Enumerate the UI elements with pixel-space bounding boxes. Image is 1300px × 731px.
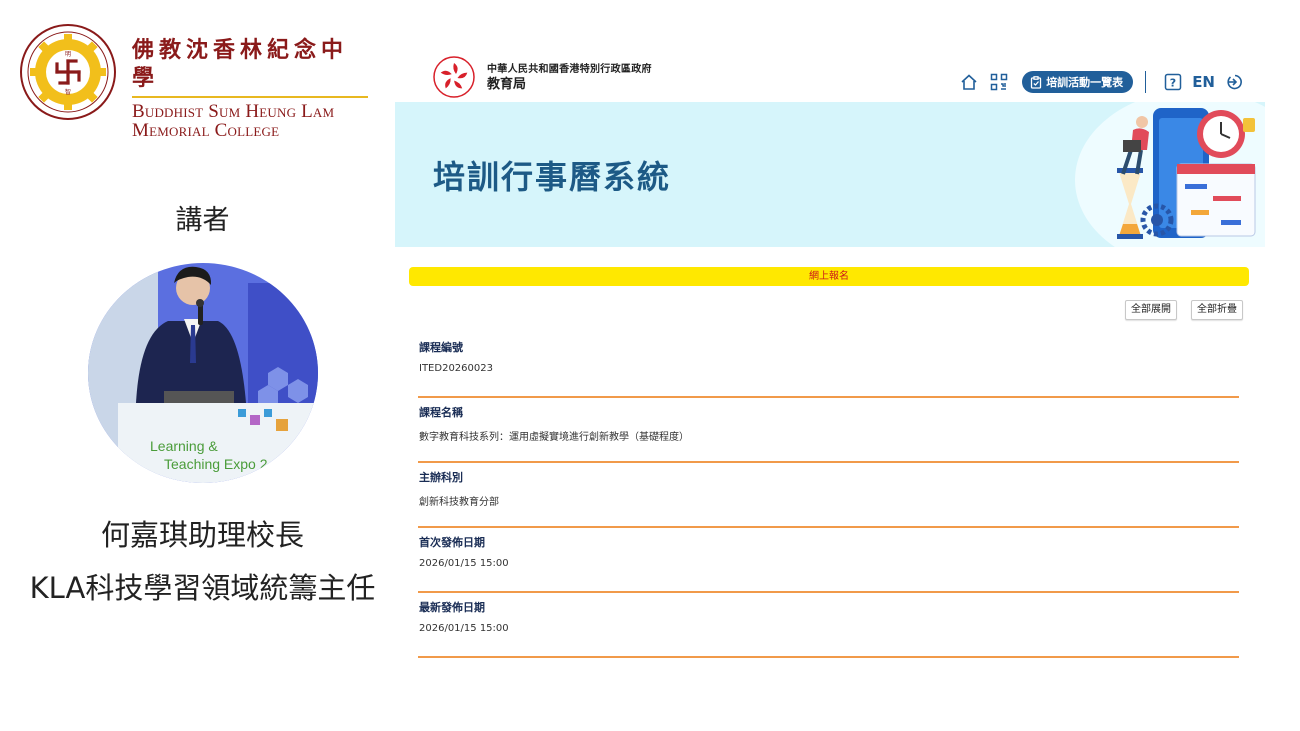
school-name-en-line2: Memorial College (132, 120, 280, 141)
detail-label: 主辦科別 (419, 471, 463, 484)
expo-sign-line1: Learning & (150, 438, 218, 454)
expand-controls: 全部展開 全部折疊 (1111, 300, 1243, 320)
clipboard-icon (1031, 75, 1042, 89)
detail-value: 創新科技教育分部 (419, 497, 499, 508)
home-icon[interactable] (958, 71, 980, 93)
training-list-label: 培訓活動一覽表 (1046, 76, 1124, 89)
speaker-title: KLA科技學習領域統籌主任 (29, 571, 376, 605)
expo-sign-line2: Teaching Expo 2 (164, 456, 268, 472)
detail-value: ITED20260023 (419, 363, 493, 374)
svg-text:?: ? (1170, 77, 1176, 90)
detail-value: 2026/01/15 15:00 (419, 558, 509, 569)
svg-text:智: 智 (65, 88, 71, 96)
edb-training-site: 中華人民共和國香港特別行政區政府 教育局 培訓活動一覽表 ? EN 培訓行事曆系… (395, 50, 1265, 660)
detail-value: 2026/01/15 15:00 (419, 623, 509, 634)
language-toggle[interactable]: EN (1192, 73, 1215, 91)
gov-name[interactable]: 中華人民共和國香港特別行政區政府 教育局 (487, 64, 652, 93)
speaker-label: 講者 (175, 205, 230, 236)
calendar-illustration-icon (1045, 102, 1265, 247)
school-name: 佛教沈香林紀念中學 Buddhist Sum Heung Lam Memoria… (132, 36, 372, 140)
detail-label: 課程名稱 (419, 406, 463, 419)
detail-label: 首次發佈日期 (419, 536, 485, 549)
school-name-en-line1: Buddhist Sum Heung Lam (132, 101, 335, 122)
nav-separator (1145, 71, 1147, 93)
detail-value: 數字教育科技系列：運用虛擬實境進行創新教學（基礎程度） (419, 432, 689, 443)
online-registration-bar[interactable]: 網上報名 (409, 267, 1249, 286)
top-nav: 培訓活動一覽表 ? EN (950, 68, 1245, 96)
detail-item-first-release-date: 首次發佈日期 2026/01/15 15:00 (418, 528, 1239, 593)
expand-all-button[interactable]: 全部展開 (1125, 300, 1177, 320)
detail-label: 最新發佈日期 (419, 601, 485, 614)
system-banner: 培訓行事曆系統 (395, 102, 1265, 247)
gov-name-line1: 中華人民共和國香港特別行政區政府 (487, 64, 652, 75)
banner-title: 培訓行事曆系統 (433, 158, 672, 196)
svg-text:明: 明 (65, 51, 71, 58)
logout-icon[interactable] (1223, 71, 1245, 93)
speaker-name: 何嘉琪助理校長 (100, 518, 304, 552)
collapse-all-button[interactable]: 全部折疊 (1191, 300, 1243, 320)
detail-label: 課程編號 (419, 341, 463, 354)
detail-item-latest-release-date: 最新發佈日期 2026/01/15 15:00 (418, 593, 1239, 658)
detail-item-organizing-section: 主辦科別 創新科技教育分部 (418, 463, 1239, 528)
school-crest-icon: 明 智 (18, 16, 118, 130)
school-name-zh: 佛教沈香林紀念中學 (132, 37, 349, 91)
speaker-photo: Learning & Teaching Expo 2 (88, 263, 318, 483)
detail-item-course-code: 課程編號 ITED20260023 (418, 333, 1239, 398)
course-detail-list: 課程編號 ITED20260023 課程名稱 數字教育科技系列：運用虛擬實境進行… (418, 333, 1239, 658)
qr-code-icon[interactable] (988, 71, 1010, 93)
hksar-emblem-icon[interactable] (433, 56, 475, 98)
gov-name-line2: 教育局 (487, 77, 527, 92)
detail-item-course-name: 課程名稱 數字教育科技系列：運用虛擬實境進行創新教學（基礎程度） (418, 398, 1239, 463)
help-icon[interactable]: ? (1162, 71, 1184, 93)
school-name-divider (132, 96, 368, 98)
training-list-button[interactable]: 培訓活動一覽表 (1022, 71, 1134, 93)
